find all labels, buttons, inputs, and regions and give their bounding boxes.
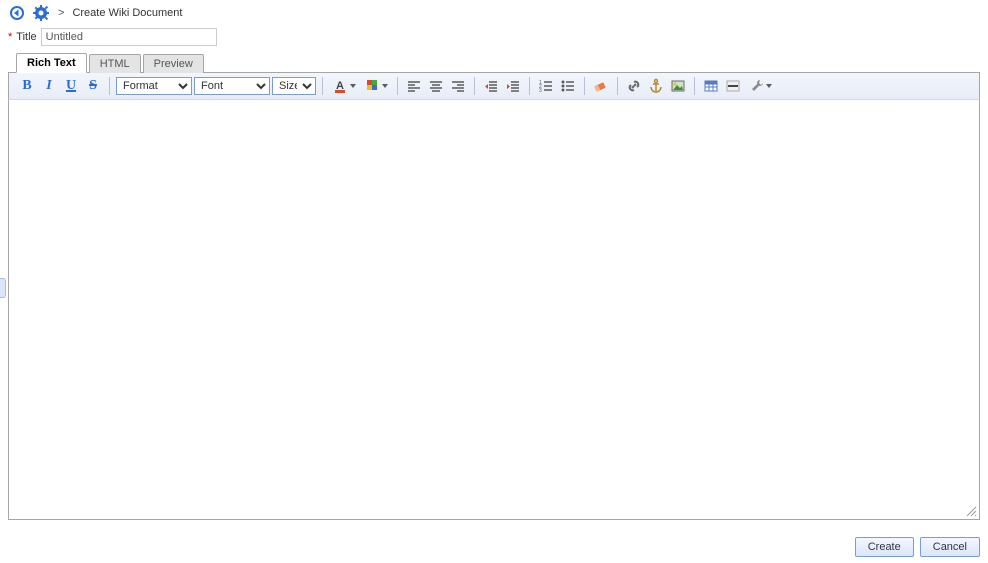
toolbar-separator: [397, 77, 398, 95]
horizontal-rule-button[interactable]: [723, 76, 743, 96]
unordered-list-button[interactable]: [558, 76, 578, 96]
size-select[interactable]: Size: [272, 77, 316, 95]
required-indicator: *: [8, 31, 12, 43]
align-right-button[interactable]: [448, 76, 468, 96]
chevron-down-icon: [382, 84, 388, 88]
image-button[interactable]: [668, 76, 688, 96]
tab-label: Preview: [154, 58, 193, 70]
align-left-button[interactable]: [404, 76, 424, 96]
italic-button[interactable]: I: [39, 76, 59, 96]
footer-actions: Create Cancel: [855, 537, 980, 557]
align-center-button[interactable]: [426, 76, 446, 96]
tab-rich-text[interactable]: Rich Text: [16, 53, 87, 73]
toolbar-separator: [529, 77, 530, 95]
title-row: * Title: [0, 26, 988, 52]
editor-toolbar: B I U S Format Font Size A: [8, 73, 980, 100]
toolbar-separator: [322, 77, 323, 95]
bold-button[interactable]: B: [17, 76, 37, 96]
page-header: > Create Wiki Document: [0, 0, 988, 26]
editor-content-area[interactable]: [8, 100, 980, 520]
button-label: Cancel: [933, 541, 967, 553]
anchor-button[interactable]: [646, 76, 666, 96]
svg-text:3: 3: [539, 88, 542, 94]
tools-menu-button[interactable]: [745, 76, 775, 96]
outdent-button[interactable]: [481, 76, 501, 96]
chevron-down-icon: [350, 84, 356, 88]
background-color-button[interactable]: [361, 76, 391, 96]
tab-label: Rich Text: [27, 57, 76, 69]
side-panel-expand-handle[interactable]: [0, 278, 6, 298]
indent-button[interactable]: [503, 76, 523, 96]
eraser-button[interactable]: [591, 76, 611, 96]
font-select[interactable]: Font: [194, 77, 270, 95]
title-input[interactable]: [41, 28, 217, 46]
ordered-list-button[interactable]: 1 2 3: [536, 76, 556, 96]
toolbar-separator: [474, 77, 475, 95]
toolbar-separator: [694, 77, 695, 95]
toolbar-separator: [109, 77, 110, 95]
table-button[interactable]: [701, 76, 721, 96]
tab-html[interactable]: HTML: [89, 54, 141, 73]
button-label: Create: [868, 541, 901, 553]
wiki-gear-icon[interactable]: [32, 4, 50, 22]
tab-preview[interactable]: Preview: [143, 54, 204, 73]
format-select[interactable]: Format: [116, 77, 192, 95]
breadcrumb-separator: >: [58, 7, 64, 19]
underline-button[interactable]: U: [61, 76, 81, 96]
link-button[interactable]: [624, 76, 644, 96]
strikethrough-button[interactable]: S: [83, 76, 103, 96]
breadcrumb-current: Create Wiki Document: [72, 7, 182, 19]
title-label: Title: [16, 31, 36, 43]
chevron-down-icon: [766, 84, 772, 88]
editor-tabs: Rich Text HTML Preview: [8, 52, 980, 73]
toolbar-separator: [617, 77, 618, 95]
create-button[interactable]: Create: [855, 537, 914, 557]
text-color-button[interactable]: A: [329, 76, 359, 96]
tab-label: HTML: [100, 58, 130, 70]
resize-grip-icon[interactable]: [965, 505, 977, 517]
back-icon[interactable]: [8, 4, 26, 22]
toolbar-separator: [584, 77, 585, 95]
cancel-button[interactable]: Cancel: [920, 537, 980, 557]
